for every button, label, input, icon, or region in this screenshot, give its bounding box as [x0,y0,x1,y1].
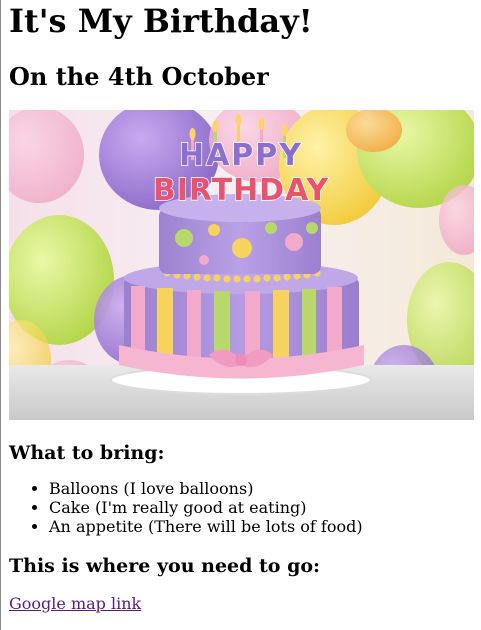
birthday-cake-image: HAPPY BIRTHDAY [9,110,474,420]
map-link-paragraph: Google map link [9,594,475,613]
cake-bottom-tier [119,262,364,379]
page-title: It's My Birthday! [9,2,313,40]
list-item: Cake (I'm really good at eating) [49,498,475,517]
happy-birthday-topper: HAPPY BIRTHDAY [152,137,330,209]
directions-heading: This is where you need to go: [9,555,321,577]
page-edge-line [0,0,1,630]
list-item: Balloons (I love balloons) [49,479,475,498]
what-to-bring-heading: What to bring: [9,442,165,464]
cake-topper-happy: HAPPY [179,138,303,173]
cake-topper-birthday: BIRTHDAY [153,173,330,208]
bring-list: Balloons (I love balloons) Cake (I'm rea… [9,479,475,536]
google-map-link[interactable]: Google map link [9,594,141,613]
list-item: An appetite (There will be lots of food) [49,517,475,536]
page-content: It's My Birthday! On the 4th October HAP… [9,0,475,613]
page-subtitle: On the 4th October [9,62,269,91]
